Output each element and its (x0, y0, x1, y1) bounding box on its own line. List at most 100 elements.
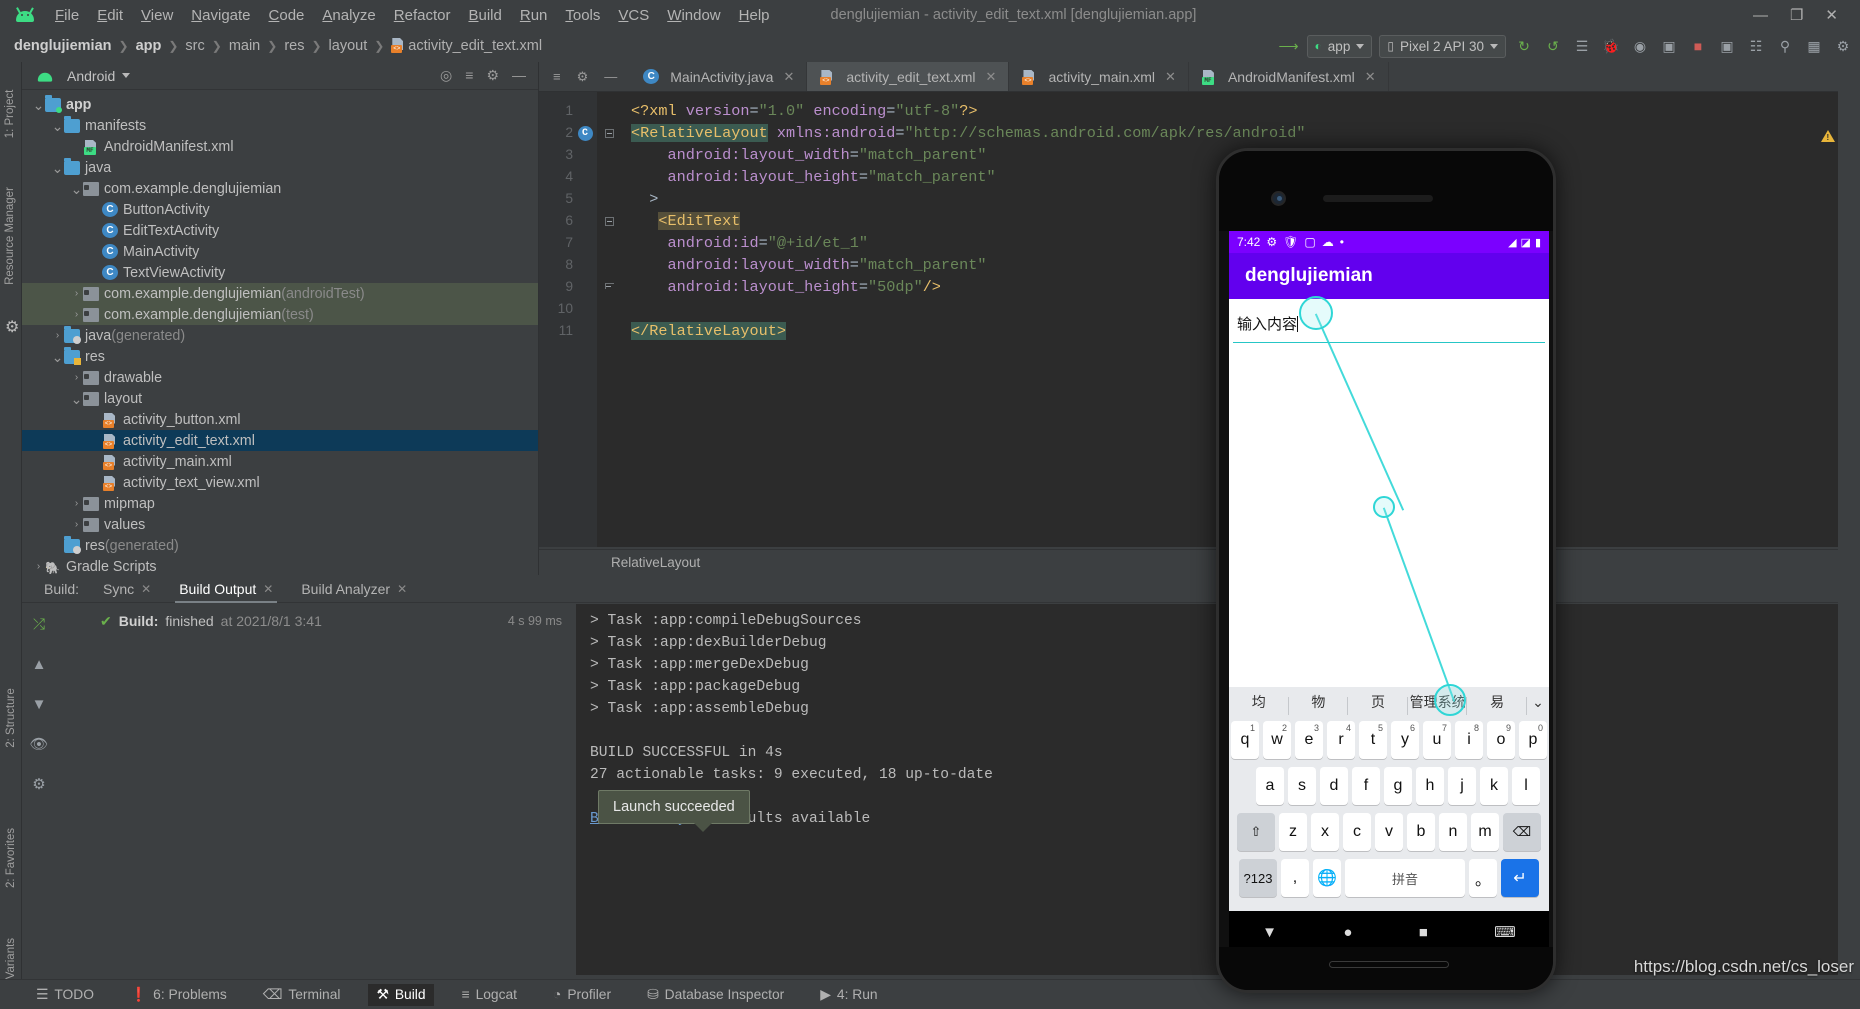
menu-analyze[interactable]: Analyze (313, 7, 384, 24)
code-line-2[interactable]: 2 C <RelativeLayout xmlns:android="http://… (539, 122, 1860, 144)
code-line-9[interactable]: 9 android:layout_height="50dp"/> (539, 276, 1860, 298)
chevron-right-icon[interactable]: › (32, 561, 45, 572)
key-k[interactable]: k (1480, 767, 1508, 805)
keyboard-icon[interactable]: ⌨ (1494, 923, 1516, 941)
emulator-screen[interactable]: 7:42 ⚙ 🛡 ▢ ☁ • ◢ ◪ ▮ denglujiemian 输入内容 (1229, 231, 1549, 911)
menu-build[interactable]: Build (459, 7, 510, 24)
close-button[interactable]: ✕ (1825, 8, 1838, 23)
tree-item-edittextactivity[interactable]: ›CEditTextActivity (22, 220, 538, 241)
breadcrumb-app[interactable]: app (136, 38, 162, 54)
breadcrumb-layout[interactable]: layout (329, 38, 368, 54)
chevron-right-icon[interactable]: › (70, 498, 83, 509)
status-4--run[interactable]: ▶ 4: Run (812, 984, 885, 1006)
keyboard-row-4[interactable]: ?123, 🌐 拼音 。 ↵ (1229, 855, 1549, 901)
tree-item-activity-text-view-xml[interactable]: ›<>activity_text_view.xml (22, 472, 538, 493)
expand-up-icon[interactable]: ▲ (29, 654, 49, 674)
fold-marker[interactable] (597, 282, 621, 292)
help-button[interactable]: ⚙ (1832, 35, 1854, 57)
collapse-down-icon[interactable]: ▼ (29, 694, 49, 714)
search-everywhere-button[interactable]: ⚲ (1774, 35, 1796, 57)
editor-tab-activity-edit-text-xml[interactable]: <> activity_edit_text.xml ✕ (807, 62, 1010, 91)
key-enter[interactable]: ↵ (1501, 859, 1539, 897)
editor-tab-activity-main-xml[interactable]: <> activity_main.xml ✕ (1009, 62, 1189, 91)
chevron-right-icon[interactable]: › (70, 372, 83, 383)
keyboard-suggestion-bar[interactable]: 均物页管理系统易 ⌄ (1229, 687, 1549, 717)
keyboard-suggestion[interactable]: 均 (1229, 692, 1289, 715)
maximize-button[interactable]: ❐ (1790, 8, 1803, 23)
soft-keyboard[interactable]: 均物页管理系统易 ⌄ 1q2w3e4r5t6y7u8i9o0p asdfghjkl… (1229, 687, 1549, 911)
run-configuration-selector[interactable]: ◐ app (1306, 34, 1373, 58)
status-terminal[interactable]: ⌫ Terminal (255, 984, 349, 1006)
breadcrumb-main[interactable]: main (229, 38, 260, 54)
close-icon[interactable]: ✕ (1365, 69, 1376, 85)
build-tab-build-analyzer[interactable]: Build Analyzer ✕ (287, 575, 421, 603)
project-structure-button[interactable]: ▦ (1803, 35, 1825, 57)
key-u[interactable]: 7u (1423, 721, 1451, 759)
stop-button[interactable]: ■ (1687, 35, 1709, 57)
hide-panel-icon[interactable]: — (604, 69, 617, 84)
tree-item-res[interactable]: ›res (generated) (22, 535, 538, 556)
debug-button[interactable]: 🐞 (1600, 35, 1622, 57)
chevron-down-icon[interactable] (122, 73, 131, 78)
chevron-right-icon[interactable]: › (70, 519, 83, 530)
tool-window-structure[interactable]: 2: Structure (5, 673, 17, 763)
key-n[interactable]: n (1439, 813, 1467, 851)
status-todo[interactable]: ☰ TODO (28, 984, 102, 1006)
tree-item-buttonactivity[interactable]: ›CButtonActivity (22, 199, 538, 220)
build-tab-build-output[interactable]: Build Output ✕ (165, 575, 287, 603)
minimize-button[interactable]: — (1753, 8, 1768, 23)
breadcrumb-activity-edit-text-xml[interactable]: <> activity_edit_text.xml (391, 38, 542, 54)
status-logcat[interactable]: ≡ Logcat (454, 984, 526, 1005)
key-v[interactable]: v (1375, 813, 1403, 851)
key-space[interactable]: 拼音 (1345, 859, 1465, 897)
status-profiler[interactable]: ◔ Profiler (545, 984, 619, 1005)
fold-end-icon[interactable] (604, 282, 614, 292)
tree-item-com-example-denglujiemian[interactable]: ⌄ com.example.denglujiemian (22, 178, 538, 199)
tree-item-com-example-denglujiemian[interactable]: › com.example.denglujiemian (test) (22, 304, 538, 325)
collapse-all-icon[interactable]: ≡ (465, 67, 473, 84)
collapse-icon[interactable]: ≡ (553, 69, 561, 84)
tree-item-res[interactable]: ⌄ res (22, 346, 538, 367)
key-w[interactable]: 2w (1263, 721, 1291, 759)
key-t[interactable]: 5t (1359, 721, 1387, 759)
tree-item-activity-edit-text-xml[interactable]: ›<>activity_edit_text.xml (22, 430, 538, 451)
menu-window[interactable]: Window (658, 7, 729, 24)
tree-item-manifests[interactable]: ⌄ manifests (22, 115, 538, 136)
run-button[interactable]: ↻ (1513, 35, 1535, 57)
tree-item-java[interactable]: › java (generated) (22, 325, 538, 346)
attach-debugger-button[interactable]: ▣ (1658, 35, 1680, 57)
key-m[interactable]: m (1471, 813, 1499, 851)
code-line-6[interactable]: 6 <EditText (539, 210, 1860, 232)
menu-vcs[interactable]: VCS (609, 7, 658, 24)
window-controls[interactable]: — ❐ ✕ (1753, 0, 1852, 30)
keyboard-suggestion[interactable]: 页 (1348, 692, 1408, 715)
key-period[interactable]: 。 (1469, 859, 1497, 897)
tree-item-java[interactable]: ⌄ java (22, 157, 538, 178)
chevron-down-icon[interactable]: ⌄ (51, 119, 64, 133)
tree-item-layout[interactable]: ⌄ layout (22, 388, 538, 409)
right-tool-window-strip[interactable] (1838, 62, 1860, 1009)
key-y[interactable]: 6y (1391, 721, 1419, 759)
key-a[interactable]: a (1256, 767, 1284, 805)
tree-item-com-example-denglujiemian[interactable]: › com.example.denglujiemian (androidTest) (22, 283, 538, 304)
key-o[interactable]: 9o (1487, 721, 1515, 759)
chevron-down-icon[interactable]: ⌄ (32, 98, 45, 112)
chevron-down-icon[interactable]: ⌄ (1527, 694, 1549, 711)
key-l[interactable]: l (1512, 767, 1540, 805)
tool-window-resource-manager[interactable]: Resource Manager (4, 176, 16, 296)
fold-collapse-icon[interactable] (604, 216, 614, 226)
menu-view[interactable]: View (132, 7, 182, 24)
chevron-down-icon[interactable]: ⌄ (70, 182, 83, 196)
home-circle-icon[interactable]: ● (1343, 924, 1352, 941)
keyboard-row-2[interactable]: asdfghjkl (1229, 763, 1549, 809)
breadcrumb-denglujiemian[interactable]: denglujiemian (14, 38, 112, 54)
key-b[interactable]: b (1407, 813, 1435, 851)
keyboard-row-1[interactable]: 1q2w3e4r5t6y7u8i9o0p (1229, 717, 1549, 763)
project-file-tree[interactable]: ⌄app⌄manifests›MFAndroidManifest.xml⌄jav… (22, 90, 538, 577)
code-line-10[interactable]: 10 (539, 298, 1860, 320)
key-g[interactable]: g (1384, 767, 1412, 805)
editor-tab-mainactivity-java[interactable]: C MainActivity.java ✕ (631, 62, 808, 91)
code-line-1[interactable]: 1 <?xml version="1.0" encoding="utf-8"?> (539, 100, 1860, 122)
tree-item-app[interactable]: ⌄ app (22, 94, 538, 115)
menu-run[interactable]: Run (511, 7, 557, 24)
